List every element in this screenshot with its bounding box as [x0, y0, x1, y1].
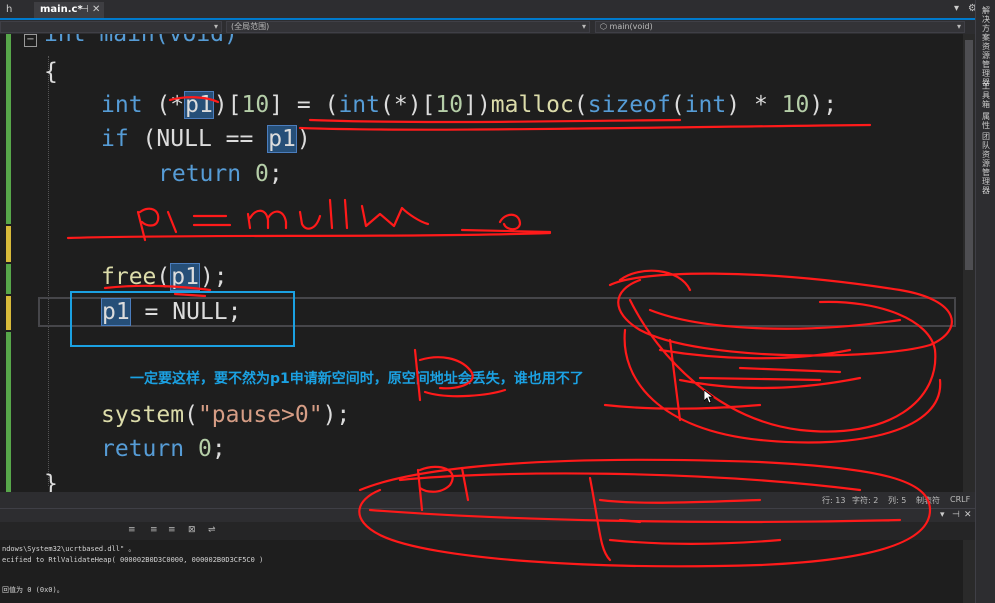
line-ending-indicator[interactable]: CRLF	[950, 495, 970, 504]
change-marker-unsaved	[6, 226, 11, 262]
fold-guide	[48, 56, 49, 486]
document-tab-bar: h main.c* ⊣ ✕ ▾ ⚙	[0, 0, 995, 20]
pin-icon[interactable]: ⊣	[80, 2, 89, 18]
output-panel-header: ▾ ⊣ ✕	[0, 508, 975, 523]
code-editor[interactable]: − int main(void) { int (*p1)[10] = (int(…	[0, 34, 963, 492]
pin-icon[interactable]: ⊣	[952, 510, 960, 520]
dropdown-icon[interactable]: ▾	[940, 510, 945, 520]
line-indicator: 行: 13	[822, 496, 846, 505]
code-line-free: free(p1);	[101, 263, 228, 291]
tab-previous-label: h	[6, 4, 13, 15]
annotation-box	[70, 291, 295, 347]
output-text: ndows\System32\ucrtbased.dll" 。 ecified …	[0, 540, 963, 603]
column-indicator: 列: 5	[888, 496, 907, 505]
find-next-icon[interactable]: ≡	[150, 525, 158, 535]
output-line: ecified to RtlValidateHeap( 000002B0D3C0…	[2, 556, 264, 564]
code-line-1: int main(void)	[44, 34, 238, 47]
close-icon[interactable]: ✕	[964, 510, 972, 520]
function-icon: ⬡	[600, 22, 610, 31]
clear-all-icon[interactable]: ⊠	[188, 525, 196, 535]
tab-previous[interactable]: h	[0, 2, 20, 18]
properties-tab[interactable]: 属性	[980, 112, 992, 130]
function-dropdown[interactable]: ⬡ main(void) ▾	[595, 21, 965, 33]
output-toolbar: ≡ ≡ ≡ ⊠ ⇌	[0, 522, 975, 540]
code-line-if: if (NULL == p1)	[101, 125, 311, 153]
chevron-down-icon: ▾	[213, 22, 218, 31]
close-icon[interactable]: ✕	[92, 2, 100, 18]
scope-dropdown[interactable]: (全局范围) ▾	[226, 21, 590, 33]
code-line-malloc: int (*p1)[10] = (int(*)[10])malloc(sizeo…	[101, 91, 838, 119]
find-previous-icon[interactable]: ≡	[128, 525, 136, 535]
toolbox-tab[interactable]: 工具箱	[980, 82, 992, 109]
tab-list-dropdown-icon[interactable]: ▾	[954, 3, 959, 14]
fold-toggle[interactable]: −	[24, 34, 37, 47]
project-dropdown[interactable]: ▾	[0, 21, 222, 33]
tab-main-c-label: main.c*	[40, 4, 83, 15]
change-marker-saved	[6, 264, 11, 294]
tab-indicator[interactable]: 制表符	[916, 495, 940, 506]
code-line-close-brace: }	[44, 471, 58, 492]
editor-scrollbar-thumb[interactable]	[965, 40, 973, 270]
code-line-return-inner: return 0;	[158, 161, 283, 187]
navigation-bar: ▾ (全局范围) ▾ ⬡ main(void) ▾	[0, 20, 975, 34]
output-scrollbar[interactable]	[963, 540, 975, 603]
tab-main-c[interactable]: main.c* ⊣ ✕	[34, 2, 104, 18]
find-next-icon[interactable]: ≡	[168, 525, 176, 535]
char-indicator: 字符: 2	[852, 496, 879, 505]
solution-explorer-tab[interactable]: 解决方案资源管理器	[980, 6, 992, 87]
function-label: main(void)	[609, 22, 653, 31]
team-explorer-tab[interactable]: 团队资源管理器	[980, 132, 992, 195]
change-marker-saved	[6, 332, 11, 492]
code-line-system: system("pause>0");	[101, 402, 351, 428]
change-marker-unsaved	[6, 296, 11, 330]
editor-status-bar: 行: 13 字符: 2 列: 5 制表符 CRLF	[0, 492, 975, 508]
word-wrap-icon[interactable]: ⇌	[208, 525, 216, 535]
chevron-down-icon: ▾	[581, 22, 586, 31]
code-line-return: return 0;	[101, 436, 226, 462]
chevron-down-icon: ▾	[956, 22, 961, 31]
change-marker-saved	[6, 34, 11, 224]
code-line-2: {	[44, 59, 58, 85]
scope-label: (全局范围)	[231, 22, 270, 31]
annotation-text: 一定要这样，要不然为p1申请新空间时，原空间地址会丢失，谁也用不了	[130, 371, 584, 387]
side-tool-panel: 解决方案资源管理器 工具箱 属性 团队资源管理器	[975, 0, 995, 603]
output-line: ndows\System32\ucrtbased.dll" 。	[2, 545, 136, 553]
mouse-cursor-icon	[704, 390, 714, 404]
output-line: 回值为 0 (0x0)。	[2, 586, 64, 594]
